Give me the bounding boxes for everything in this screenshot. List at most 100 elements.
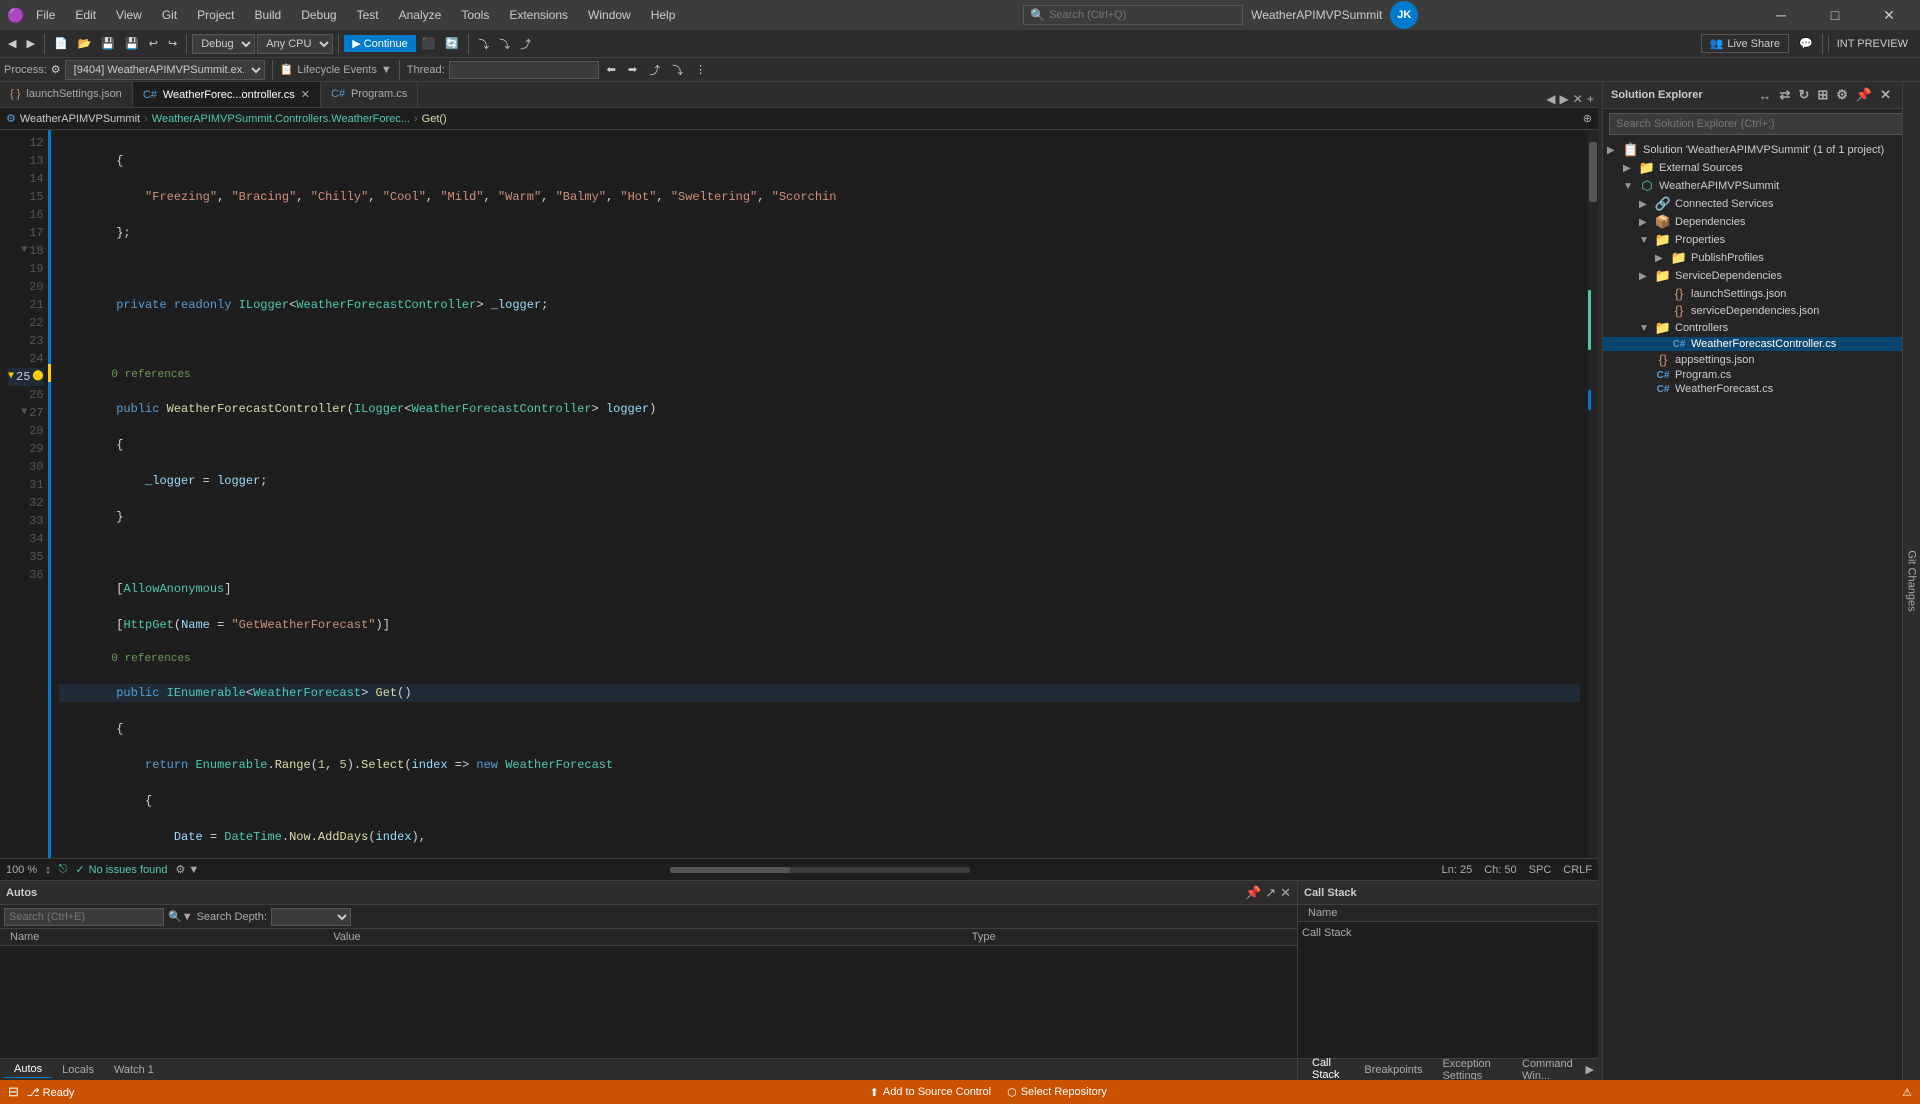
save-all-button[interactable]: 💾: [121, 35, 143, 52]
debug-restart-button[interactable]: 🔄: [441, 35, 463, 52]
tab-weather-controller[interactable]: C# WeatherForec...ontroller.cs ✕: [133, 82, 321, 107]
user-avatar[interactable]: JK: [1390, 1, 1418, 29]
scrollbar-thumb[interactable]: [1589, 142, 1597, 202]
thread-btn2[interactable]: ➡: [624, 61, 641, 78]
menu-build[interactable]: Build: [247, 6, 290, 24]
thread-btn4[interactable]: ⤵: [668, 60, 687, 80]
tree-weather-controller[interactable]: ▶ C# WeatherForecastController.cs: [1603, 337, 1902, 351]
menu-extensions[interactable]: Extensions: [501, 6, 576, 24]
tree-project[interactable]: ▼ ⬡ WeatherAPIMVPSummit: [1603, 177, 1902, 195]
select-repository-btn[interactable]: ⬡ Select Repository: [1007, 1086, 1107, 1099]
menu-view[interactable]: View: [108, 6, 150, 24]
tab-program[interactable]: C# Program.cs: [321, 82, 418, 107]
collapse-18[interactable]: ▼: [21, 242, 27, 260]
se-refresh-btn[interactable]: ↻: [1795, 86, 1812, 104]
autos-pin-btn[interactable]: 📌: [1245, 885, 1261, 901]
autos-close-btn[interactable]: ✕: [1280, 885, 1291, 901]
close-button[interactable]: ✕: [1866, 0, 1912, 30]
breadcrumb-method[interactable]: Get(): [422, 113, 447, 125]
thread-btn1[interactable]: ⬅: [603, 61, 620, 78]
redo-button[interactable]: ↪: [164, 35, 181, 52]
undo-button[interactable]: ↩: [145, 35, 162, 52]
autos-search-input[interactable]: [4, 908, 164, 926]
menu-help[interactable]: Help: [643, 6, 684, 24]
tab-watch1[interactable]: Watch 1: [104, 1062, 164, 1078]
tab-autos[interactable]: Autos: [4, 1061, 52, 1078]
config-dropdown[interactable]: ⚙ ▼: [176, 863, 200, 876]
breadcrumb-class[interactable]: WeatherAPIMVPSummit.Controllers.WeatherF…: [152, 113, 410, 125]
se-filter-btn[interactable]: ⊞: [1814, 86, 1831, 104]
continue-button[interactable]: ▶ Continue: [344, 35, 416, 52]
thread-btn5[interactable]: ⋮: [691, 61, 710, 78]
int-preview-button[interactable]: INT PREVIEW: [1828, 36, 1916, 52]
menu-file[interactable]: File: [28, 6, 63, 24]
tab-call-stack[interactable]: Call Stack: [1302, 1055, 1354, 1080]
process-select[interactable]: [9404] WeatherAPIMVPSummit.ex...: [65, 60, 265, 80]
maximize-button[interactable]: □: [1812, 0, 1858, 30]
step-out-button[interactable]: ⤴: [516, 34, 535, 54]
expand-icon[interactable]: ⊕: [1583, 112, 1592, 125]
tab-scroll-right[interactable]: ▶: [1560, 92, 1569, 107]
tab-exception-settings[interactable]: Exception Settings: [1432, 1056, 1512, 1081]
thread-input[interactable]: [449, 61, 599, 79]
horiz-scrollbar-thumb[interactable]: [670, 867, 790, 873]
forward-button[interactable]: ▶: [22, 35, 38, 52]
tree-publish-profiles[interactable]: ▶ 📁 PublishProfiles: [1603, 249, 1902, 267]
menu-test[interactable]: Test: [349, 6, 387, 24]
thread-btn3[interactable]: ⤴: [645, 60, 664, 80]
open-file-button[interactable]: 📂: [74, 35, 96, 52]
close-active-tab[interactable]: ✕: [1573, 92, 1583, 107]
tree-weatherforecast[interactable]: ▶ C# WeatherForecast.cs: [1603, 382, 1902, 396]
tree-appsettings[interactable]: ▶ {} appsettings.json: [1603, 351, 1902, 368]
tab-scroll-left[interactable]: ◀: [1546, 92, 1555, 107]
git-changes-tab[interactable]: Git Changes: [1902, 82, 1920, 1080]
new-file-button[interactable]: 📄: [50, 35, 72, 52]
step-into-button[interactable]: ⤵: [495, 34, 514, 54]
save-button[interactable]: 💾: [97, 35, 119, 52]
minimize-button[interactable]: ─: [1758, 0, 1804, 30]
tab-launch-settings[interactable]: { } launchSettings.json: [0, 82, 133, 107]
se-settings-btn[interactable]: ⚙: [1833, 86, 1851, 104]
menu-debug[interactable]: Debug: [293, 6, 344, 24]
breadcrumb-project[interactable]: WeatherAPIMVPSummit: [20, 113, 140, 125]
menu-project[interactable]: Project: [189, 6, 242, 24]
tab-command-window[interactable]: Command Win...: [1512, 1056, 1586, 1081]
back-button[interactable]: ◀: [4, 35, 20, 52]
search-depth-select[interactable]: [271, 908, 351, 926]
code-editor[interactable]: 12 13 14 15 16 17 ▼18 19 20 21 22 23 24 …: [0, 130, 1598, 858]
tree-launch-settings[interactable]: ▶ {} launchSettings.json: [1603, 285, 1902, 302]
new-tab-btn[interactable]: +: [1587, 93, 1594, 107]
live-share-button[interactable]: 👥 Live Share: [1701, 34, 1789, 53]
se-close-btn[interactable]: ✕: [1877, 86, 1894, 104]
global-search-input[interactable]: [1049, 9, 1209, 21]
search-icon-autos[interactable]: 🔍▼: [168, 910, 193, 923]
tree-controllers[interactable]: ▼ 📁 Controllers: [1603, 319, 1902, 337]
code-content[interactable]: { "Freezing", "Bracing", "Chilly", "Cool…: [51, 130, 1588, 858]
horiz-scrollbar[interactable]: [670, 867, 970, 873]
step-over-button[interactable]: ⤵: [474, 34, 493, 54]
editor-scrollbar[interactable]: [1588, 130, 1598, 858]
se-sync-btn[interactable]: ⇄: [1777, 86, 1794, 104]
collapse-27[interactable]: ▼: [21, 404, 27, 422]
collapse-25[interactable]: ▼: [8, 368, 14, 386]
cpu-select[interactable]: Any CPU: [257, 34, 333, 54]
debug-mode-select[interactable]: Debug: [192, 34, 255, 54]
tree-service-deps[interactable]: ▶ 📁 ServiceDependencies: [1603, 267, 1902, 285]
feedback-button[interactable]: 💬: [1795, 35, 1817, 52]
tab-scroll-right2[interactable]: ▶: [1586, 1063, 1594, 1076]
autos-expand-btn[interactable]: ↗: [1265, 885, 1276, 901]
tree-external-sources[interactable]: ▶ 📁 External Sources: [1603, 159, 1902, 177]
menu-edit[interactable]: Edit: [67, 6, 104, 24]
add-to-source-control-btn[interactable]: ⬆ Add to Source Control: [870, 1086, 991, 1099]
tab-breakpoints[interactable]: Breakpoints: [1354, 1062, 1432, 1078]
solution-explorer-search[interactable]: [1609, 113, 1908, 135]
menu-analyze[interactable]: Analyze: [391, 6, 450, 24]
tree-solution-root[interactable]: ▶ 📋 Solution 'WeatherAPIMVPSummit' (1 of…: [1603, 141, 1902, 159]
menu-window[interactable]: Window: [580, 6, 639, 24]
tree-connected-services[interactable]: ▶ 🔗 Connected Services: [1603, 195, 1902, 213]
tree-dependencies[interactable]: ▶ 📦 Dependencies: [1603, 213, 1902, 231]
tree-properties[interactable]: ▼ 📁 Properties: [1603, 231, 1902, 249]
se-pin-btn[interactable]: 📌: [1853, 86, 1875, 104]
debug-stop-button[interactable]: ⬛: [418, 35, 440, 52]
tree-svc-deps-json[interactable]: ▶ {} serviceDependencies.json: [1603, 302, 1902, 319]
